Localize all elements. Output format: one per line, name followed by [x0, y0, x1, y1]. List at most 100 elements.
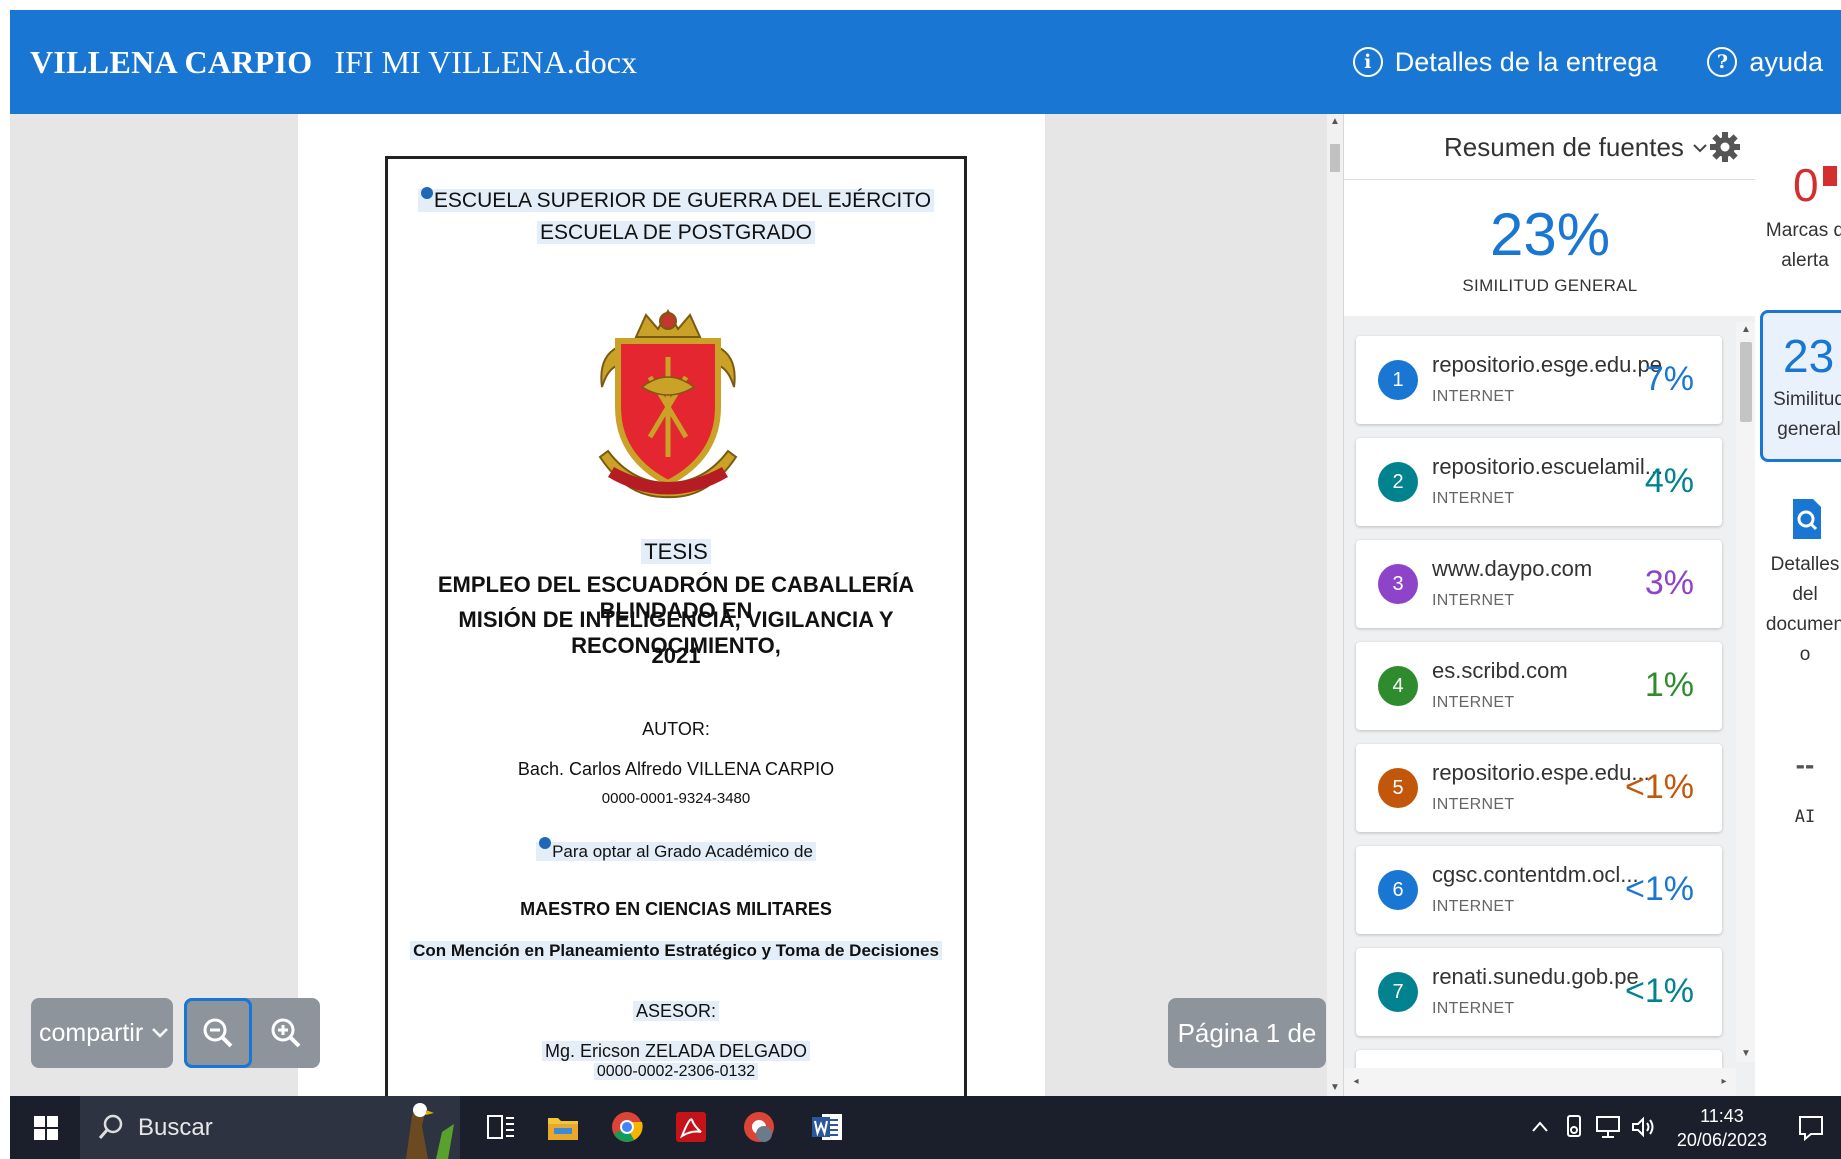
source-percent: 4% [1644, 462, 1694, 500]
chrome-icon[interactable] [610, 1110, 644, 1144]
document-scrollbar[interactable]: ▲ ▼ [1327, 114, 1343, 1096]
taskbar-search-label: Buscar [138, 1114, 213, 1141]
source-view-dropdown[interactable]: Resumen de fuentes [1444, 132, 1708, 163]
doc-line-asesor-label: ASESOR: [388, 1001, 964, 1022]
source-number-badge: 5 [1378, 768, 1418, 808]
details-tab-label: del [1792, 584, 1818, 605]
usb-device-icon[interactable] [1563, 1114, 1585, 1140]
chevron-up-icon[interactable] [1529, 1116, 1551, 1138]
school-crest-icon [598, 308, 738, 499]
doc-line-postgrado: ESCUELA DE POSTGRADO [388, 221, 964, 245]
panel-title: Resumen de fuentes [1444, 132, 1684, 162]
windows-start-icon[interactable] [34, 1116, 58, 1140]
doc-line-tesis: TESIS [388, 539, 964, 565]
scroll-up-icon[interactable]: ▲ [1738, 322, 1754, 338]
page-indicator-label: Página 1 de [1177, 1017, 1317, 1048]
source-card[interactable]: 7 renati.sunedu.gob.pe INTERNET <1% [1356, 948, 1722, 1036]
ai-label: AI [1794, 807, 1816, 827]
source-number-badge: 1 [1378, 360, 1418, 400]
similarity-tab-label: general [1777, 419, 1841, 440]
alerts-label: Marcas d [1765, 220, 1841, 241]
share-button[interactable]: compartir [31, 998, 173, 1068]
source-type: INTERNET [1432, 388, 1515, 405]
source-list: 1 repositorio.esge.edu.pe INTERNET 7% 2 … [1344, 334, 1736, 1074]
source-percent: <1% [1625, 870, 1694, 908]
source-card[interactable]: 3 www.daypo.com INTERNET 3% [1356, 540, 1722, 628]
source-card[interactable]: 2 repositorio.escuelamil... INTERNET 4% [1356, 438, 1722, 526]
match-marker-icon[interactable] [539, 837, 552, 849]
acrobat-reader-icon[interactable] [674, 1110, 708, 1144]
alerts-count: 0 [1793, 159, 1819, 211]
source-name: repositorio.escuelamil... [1432, 454, 1664, 479]
doc-line-autor-orcid: 0000-0001-9324-3480 [601, 790, 751, 807]
details-link[interactable]: i Detalles de la entrega [1352, 47, 1657, 78]
scroll-left-icon[interactable]: ◂ [1348, 1074, 1364, 1090]
source-number-badge: 4 [1378, 666, 1418, 706]
clock-time: 11:43 [1700, 1106, 1744, 1126]
task-view-icon[interactable] [484, 1110, 518, 1144]
source-card[interactable]: 5 repositorio.espe.edu... INTERNET <1% [1356, 744, 1722, 832]
zoom-out-button[interactable] [184, 998, 252, 1068]
doc-line-grado: MAESTRO EN CIENCIAS MILITARES [520, 899, 832, 919]
header-bar: VILLENA CARPIO IFI MI VILLENA.docx i Det… [10, 10, 1841, 114]
chrome-profile-icon[interactable] [742, 1110, 776, 1144]
source-percent: 7% [1644, 360, 1694, 398]
file-explorer-icon[interactable] [546, 1110, 580, 1144]
source-number-badge: 6 [1378, 870, 1418, 910]
page-indicator[interactable]: Página 1 de [1168, 998, 1326, 1068]
source-percent: 1% [1644, 666, 1694, 704]
share-label: compartir [39, 1018, 144, 1047]
source-percent: 3% [1644, 564, 1694, 602]
scroll-right-icon[interactable]: ▸ [1716, 1074, 1732, 1090]
panel-header: Resumen de fuentes [1344, 114, 1756, 180]
help-label: ayuda [1749, 46, 1823, 77]
scroll-thumb[interactable] [1330, 144, 1340, 172]
submission-filename: IFI MI VILLENA.docx [334, 43, 637, 80]
chevron-down-icon [1693, 143, 1707, 152]
source-type: INTERNET [1432, 898, 1515, 915]
windows-taskbar: Buscar 11:43 20/06/2023 [10, 1096, 1841, 1159]
source-name: www.daypo.com [1432, 556, 1593, 581]
source-number-badge: 2 [1378, 462, 1418, 502]
network-icon[interactable] [1595, 1115, 1621, 1139]
source-type: INTERNET [1432, 592, 1515, 609]
zoom-controls [184, 998, 320, 1068]
source-percent: <1% [1625, 768, 1694, 806]
source-type: INTERNET [1432, 1000, 1515, 1017]
details-tab-label: documen [1765, 614, 1841, 635]
source-list-hscrollbar[interactable]: ◂ ▸ [1344, 1068, 1736, 1096]
source-card[interactable]: 1 repositorio.esge.edu.pe INTERNET 7% [1356, 336, 1722, 424]
doc-line-autor-label: AUTOR: [642, 719, 710, 739]
overall-similarity: 23% SIMILITUD GENERAL [1344, 180, 1756, 316]
scroll-up-icon[interactable]: ▲ [1327, 114, 1343, 130]
word-icon[interactable] [810, 1110, 844, 1144]
doc-line-school: ESCUELA SUPERIOR DE GUERRA DEL EJÉRCITO [388, 187, 964, 213]
taskbar-clock[interactable]: 11:43 20/06/2023 [1677, 1104, 1767, 1152]
match-marker-icon[interactable] [420, 187, 433, 199]
source-card[interactable]: 4 es.scribd.com INTERNET 1% [1356, 642, 1722, 730]
source-percent: <1% [1625, 972, 1694, 1010]
source-name: cgsc.contentdm.ocl... [1432, 862, 1639, 887]
source-name: repositorio.espe.edu... [1432, 760, 1650, 785]
zoom-in-icon [271, 1018, 301, 1048]
details-tab-label: Detalles [1770, 554, 1840, 575]
similarity-tab-value: 23 [1783, 330, 1835, 382]
gear-icon[interactable] [1709, 131, 1741, 163]
eagle-mascot-icon [406, 1103, 454, 1159]
taskbar-search[interactable]: Buscar [80, 1096, 460, 1159]
help-link[interactable]: ? ayuda [1707, 47, 1823, 78]
volume-icon[interactable] [1631, 1116, 1655, 1138]
source-number-badge: 7 [1378, 972, 1418, 1012]
source-type: INTERNET [1432, 490, 1515, 507]
scroll-down-icon[interactable]: ▼ [1327, 1080, 1343, 1096]
cover-page-frame: ESCUELA SUPERIOR DE GUERRA DEL EJÉRCITO … [385, 156, 967, 1096]
similarity-tab[interactable]: 23 Similitud general [1760, 310, 1841, 462]
clock-date: 20/06/2023 [1676, 1130, 1767, 1150]
scroll-down-icon[interactable]: ▼ [1738, 1046, 1754, 1062]
notification-center-icon[interactable] [1797, 1114, 1825, 1142]
source-list-scrollbar[interactable]: ▲ ▼ [1736, 322, 1756, 1062]
sources-panel: Resumen de fuentes 23% SIMILITUD GENERAL [1343, 114, 1756, 1096]
source-card[interactable]: 6 cgsc.contentdm.ocl... INTERNET <1% [1356, 846, 1722, 934]
zoom-in-button[interactable] [252, 998, 320, 1068]
scroll-thumb[interactable] [1740, 342, 1752, 422]
